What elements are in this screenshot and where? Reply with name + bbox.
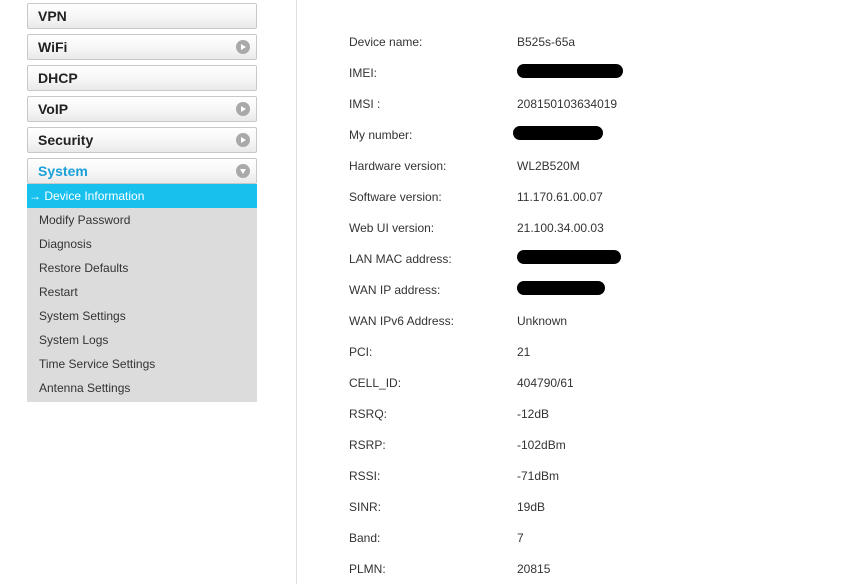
chevron-down-circle-icon xyxy=(236,164,250,178)
system-submenu: → Device Information Modify Password Dia… xyxy=(27,184,257,402)
submenu-time-service-settings[interactable]: Time Service Settings xyxy=(27,352,257,376)
info-value: 11.170.61.00.07 xyxy=(517,189,603,204)
submenu-modify-password[interactable]: Modify Password xyxy=(27,208,257,232)
info-row-imsi: IMSI : 208150103634019 xyxy=(349,88,829,119)
info-value xyxy=(517,250,829,267)
nav-vpn-label: VPN xyxy=(38,8,67,24)
info-value: 7 xyxy=(517,530,524,545)
nav-vpn[interactable]: VPN xyxy=(27,3,257,29)
nav-dhcp[interactable]: DHCP xyxy=(27,65,257,91)
redaction-mark xyxy=(517,250,621,264)
redaction-mark xyxy=(517,281,605,295)
info-label: RSRQ: xyxy=(349,406,388,421)
info-row-lan-mac: LAN MAC address: xyxy=(349,243,829,274)
info-value: WL2B520M xyxy=(517,158,580,173)
nav-wifi-label: WiFi xyxy=(38,39,68,55)
info-value: -102dBm xyxy=(517,437,566,452)
info-row-pci: PCI: 21 xyxy=(349,336,829,367)
info-label: My number: xyxy=(349,127,413,142)
info-label: RSRP: xyxy=(349,437,386,452)
device-info-panel: Device name: B525s-65a IMEI: IMSI : 2081… xyxy=(349,26,829,584)
info-row-band: Band: 7 xyxy=(349,522,829,553)
info-value: 21 xyxy=(517,344,531,359)
info-value: 208150103634019 xyxy=(517,96,618,111)
info-row-hardware-version: Hardware version: WL2B520M xyxy=(349,150,829,181)
submenu-device-information[interactable]: → Device Information xyxy=(27,184,257,208)
submenu-restart[interactable]: Restart xyxy=(27,280,257,304)
info-value: -12dB xyxy=(517,406,550,421)
info-value: 20815 xyxy=(517,561,551,576)
content-divider xyxy=(296,0,297,584)
info-value: 404790/61 xyxy=(517,375,574,390)
info-row-rsrp: RSRP: -102dBm xyxy=(349,429,829,460)
info-value: Unknown xyxy=(517,313,568,328)
info-label: WAN IP address: xyxy=(349,282,441,297)
info-label: LAN MAC address: xyxy=(349,251,452,266)
info-row-rssi: RSSI: -71dBm xyxy=(349,460,829,491)
info-value xyxy=(513,126,829,143)
info-value: B525s-65a xyxy=(517,34,576,49)
sidebar: VPN WiFi DHCP VoIP Security System → Dev… xyxy=(27,0,257,402)
info-row-web-ui-version: Web UI version: 21.100.34.00.03 xyxy=(349,212,829,243)
chevron-right-circle-icon xyxy=(236,40,250,54)
info-row-imei: IMEI: xyxy=(349,57,829,88)
info-label: Software version: xyxy=(349,189,442,204)
nav-security[interactable]: Security xyxy=(27,127,257,153)
info-label: Device name: xyxy=(349,34,423,49)
info-row-wan-ip: WAN IP address: xyxy=(349,274,829,305)
nav-dhcp-label: DHCP xyxy=(38,70,78,86)
info-label: IMSI : xyxy=(349,96,381,111)
info-label: CELL_ID: xyxy=(349,375,402,390)
info-label: Hardware version: xyxy=(349,158,447,173)
info-value: 21.100.34.00.03 xyxy=(517,220,604,235)
info-label: IMEI: xyxy=(349,65,378,80)
info-row-software-version: Software version: 11.170.61.00.07 xyxy=(349,181,829,212)
info-row-wan-ipv6: WAN IPv6 Address: Unknown xyxy=(349,305,829,336)
nav-wifi[interactable]: WiFi xyxy=(27,34,257,60)
info-row-device-name: Device name: B525s-65a xyxy=(349,26,829,57)
submenu-restore-defaults[interactable]: Restore Defaults xyxy=(27,256,257,280)
info-value xyxy=(517,281,829,298)
info-label: PLMN: xyxy=(349,561,386,576)
router-admin-page: VPN WiFi DHCP VoIP Security System → Dev… xyxy=(0,0,855,584)
info-row-rsrq: RSRQ: -12dB xyxy=(349,398,829,429)
submenu-diagnosis[interactable]: Diagnosis xyxy=(27,232,257,256)
info-label: Web UI version: xyxy=(349,220,435,235)
chevron-right-circle-icon xyxy=(236,102,250,116)
nav-voip[interactable]: VoIP xyxy=(27,96,257,122)
nav-voip-label: VoIP xyxy=(38,101,69,117)
info-row-plmn: PLMN: 20815 xyxy=(349,553,829,584)
info-label: RSSI: xyxy=(349,468,381,483)
info-value: -71dBm xyxy=(517,468,560,483)
nav-system-label: System xyxy=(38,163,88,179)
info-label: SINR: xyxy=(349,499,382,514)
submenu-antenna-settings[interactable]: Antenna Settings xyxy=(27,376,257,400)
redaction-mark xyxy=(513,126,603,140)
nav-system[interactable]: System xyxy=(27,158,257,184)
nav-security-label: Security xyxy=(38,132,94,148)
redaction-mark xyxy=(517,64,623,78)
info-label: Band: xyxy=(349,530,381,545)
chevron-right-circle-icon xyxy=(236,133,250,147)
info-row-cell-id: CELL_ID: 404790/61 xyxy=(349,367,829,398)
info-row-my-number: My number: xyxy=(349,119,829,150)
submenu-system-logs[interactable]: System Logs xyxy=(27,328,257,352)
info-label: WAN IPv6 Address: xyxy=(349,313,454,328)
info-value xyxy=(517,64,829,81)
info-label: PCI: xyxy=(349,344,373,359)
info-row-sinr: SINR: 19dB xyxy=(349,491,829,522)
info-value: 19dB xyxy=(517,499,546,514)
submenu-system-settings[interactable]: System Settings xyxy=(27,304,257,328)
